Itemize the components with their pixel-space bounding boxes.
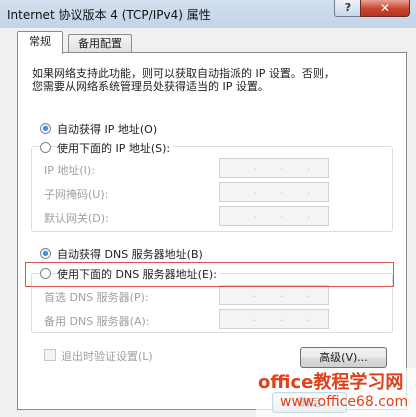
- watermark-url: www.office68.com: [280, 394, 409, 410]
- dns-auto-label[interactable]: 自动获得 DNS 服务器地址(B): [57, 246, 203, 262]
- validate-label[interactable]: 退出时验证设置(L): [61, 348, 153, 364]
- alternate-dns-label: 备用 DNS 服务器(A):: [44, 315, 150, 328]
- subnet-mask-label: 子网掩码(U):: [44, 188, 109, 201]
- highlight-box: [25, 262, 394, 287]
- ip-manual-label[interactable]: 使用下面的 IP 地址(S):: [57, 140, 174, 156]
- alternate-dns-field[interactable]: ...: [219, 309, 329, 329]
- default-gateway-label: 默认网关(D):: [44, 212, 109, 225]
- description-line-2: 您需要从网络系统管理员处获得适当的 IP 设置。: [32, 80, 269, 93]
- watermark: office教程学习网 www.office68.com: [256, 368, 416, 417]
- ip-auto-label[interactable]: 自动获得 IP 地址(O): [57, 121, 157, 137]
- watermark-title: office教程学习网: [258, 372, 404, 393]
- ip-auto-radio[interactable]: [40, 123, 51, 134]
- ip-address-label: IP 地址(I):: [44, 164, 95, 177]
- validate-checkbox[interactable]: [44, 349, 56, 361]
- preferred-dns-label: 首选 DNS 服务器(P):: [44, 291, 149, 304]
- ip-manual-radio[interactable]: [40, 142, 51, 153]
- default-gateway-field[interactable]: ...: [219, 206, 329, 226]
- ip-address-field[interactable]: ...: [219, 158, 329, 178]
- subnet-mask-field[interactable]: ...: [219, 182, 329, 202]
- advanced-button[interactable]: 高级(V)...: [300, 347, 387, 368]
- dns-auto-radio[interactable]: [40, 248, 51, 259]
- preferred-dns-field[interactable]: ...: [219, 285, 329, 305]
